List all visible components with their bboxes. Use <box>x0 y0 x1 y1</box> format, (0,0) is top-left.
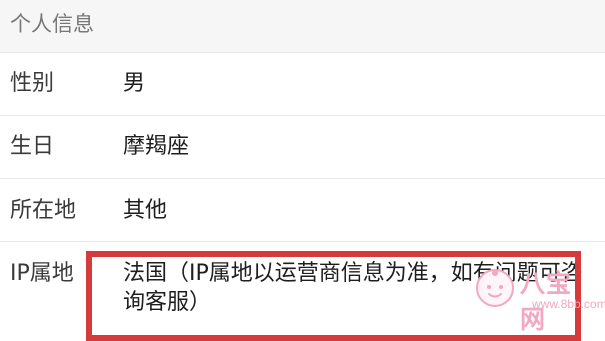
profile-row-birthday: 生日 摩羯座 <box>0 115 605 178</box>
gender-value: 男 <box>123 71 146 96</box>
site-watermark: 八宝网 www.8bb.com <box>474 262 605 334</box>
section-header: 个人信息 <box>0 0 605 52</box>
profile-row-gender: 性别 男 <box>0 52 605 115</box>
birthday-label: 生日 <box>10 134 55 159</box>
watermark-url: www.8bb.com <box>532 297 605 311</box>
profile-row-location: 所在地 其他 <box>0 178 605 241</box>
location-value: 其他 <box>123 198 168 223</box>
ip-location-label: IP属地 <box>10 261 74 286</box>
birthday-value: 摩羯座 <box>123 134 190 159</box>
section-title: 个人信息 <box>10 12 94 36</box>
baby-face-logo-icon <box>476 269 514 307</box>
location-label: 所在地 <box>10 198 77 223</box>
gender-label: 性别 <box>10 71 55 96</box>
